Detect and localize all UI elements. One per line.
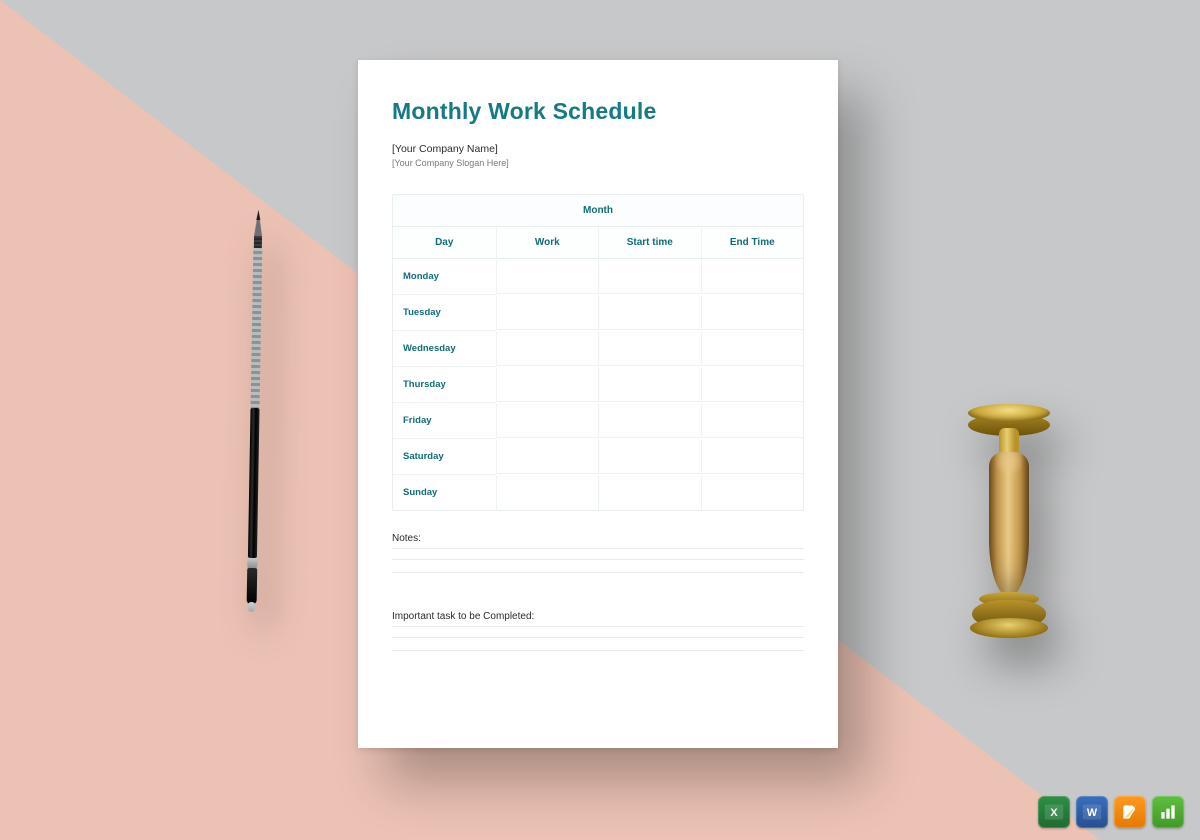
col-work: Work bbox=[496, 227, 599, 259]
document-page: Monthly Work Schedule [Your Company Name… bbox=[358, 60, 838, 748]
month-header: Month bbox=[393, 195, 803, 227]
table-row: Wednesday bbox=[393, 331, 803, 367]
table-header-row: Day Work Start time End Time bbox=[393, 227, 803, 259]
svg-text:W: W bbox=[1087, 807, 1098, 819]
table-row: Sunday bbox=[393, 475, 803, 510]
document-title: Monthly Work Schedule bbox=[392, 98, 804, 125]
day-cell: Monday bbox=[393, 259, 496, 295]
table-row: Tuesday bbox=[393, 295, 803, 331]
notes-lines bbox=[392, 559, 804, 585]
col-day: Day bbox=[393, 227, 496, 259]
day-cell: Sunday bbox=[393, 475, 496, 510]
table-row: Monday bbox=[393, 259, 803, 295]
col-start: Start time bbox=[598, 227, 701, 259]
excel-icon[interactable]: X bbox=[1038, 796, 1070, 828]
pages-icon[interactable] bbox=[1114, 796, 1146, 828]
numbers-icon[interactable] bbox=[1152, 796, 1184, 828]
table-row: Thursday bbox=[393, 367, 803, 403]
svg-text:X: X bbox=[1050, 807, 1058, 819]
company-slogan-placeholder: [Your Company Slogan Here] bbox=[392, 158, 804, 168]
table-row: Friday bbox=[393, 403, 803, 439]
table-row: Saturday bbox=[393, 439, 803, 475]
day-cell: Thursday bbox=[393, 367, 496, 403]
format-badges: X W bbox=[1038, 796, 1184, 828]
wax-seal-stamp bbox=[968, 404, 1050, 650]
col-end: End Time bbox=[701, 227, 804, 259]
mockup-scene: Monthly Work Schedule [Your Company Name… bbox=[0, 0, 1200, 840]
tasks-label: Important task to be Completed: bbox=[392, 611, 804, 622]
day-cell: Saturday bbox=[393, 439, 496, 475]
divider bbox=[392, 548, 804, 549]
day-cell: Wednesday bbox=[393, 331, 496, 367]
notes-label: Notes: bbox=[392, 533, 804, 544]
company-name-placeholder: [Your Company Name] bbox=[392, 143, 804, 155]
tasks-lines bbox=[392, 637, 804, 663]
day-cell: Tuesday bbox=[393, 295, 496, 331]
word-icon[interactable]: W bbox=[1076, 796, 1108, 828]
day-cell: Friday bbox=[393, 403, 496, 439]
schedule-table: Month Day Work Start time End Time Monda… bbox=[392, 194, 804, 511]
divider bbox=[392, 626, 804, 627]
